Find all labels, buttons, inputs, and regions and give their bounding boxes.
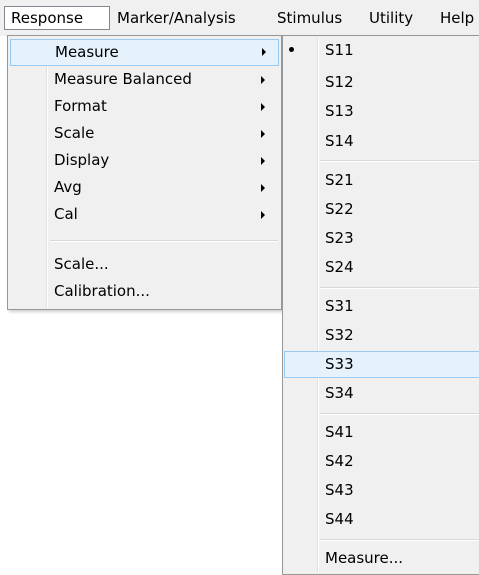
submenu-item-label: S41 bbox=[325, 423, 354, 441]
submenu-item-measure-dialog[interactable]: Measure... bbox=[284, 545, 479, 572]
submenu-arrow-icon bbox=[261, 184, 265, 192]
submenu-item-s14[interactable]: S14 bbox=[284, 128, 479, 155]
submenu-item-s41[interactable]: S41 bbox=[284, 419, 479, 446]
menu-item-label: Scale... bbox=[54, 255, 109, 273]
submenu-item-s23[interactable]: S23 bbox=[284, 225, 479, 252]
submenu-item-s44[interactable]: S44 bbox=[284, 506, 479, 533]
submenu-item-label: S23 bbox=[325, 229, 354, 247]
submenu-item-label: S11 bbox=[325, 41, 354, 59]
menu-separator bbox=[320, 539, 479, 541]
submenu-item-label: S34 bbox=[325, 384, 354, 402]
submenu-arrow-icon bbox=[261, 211, 265, 219]
menu-item-measure-balanced[interactable]: Measure Balanced bbox=[10, 67, 279, 94]
response-dropdown: Measure Measure Balanced Format Scale Di… bbox=[7, 35, 282, 310]
submenu-item-label: S22 bbox=[325, 200, 354, 218]
submenu-item-s24[interactable]: S24 bbox=[284, 254, 479, 281]
submenu-item-s22[interactable]: S22 bbox=[284, 196, 479, 223]
menu-item-label: Format bbox=[54, 97, 107, 115]
menu-utility[interactable]: Utility bbox=[369, 6, 413, 30]
menu-separator bbox=[50, 240, 278, 242]
menu-separator bbox=[320, 160, 479, 162]
submenu-arrow-icon bbox=[262, 48, 266, 56]
submenu-item-label: S24 bbox=[325, 258, 354, 276]
menu-item-display[interactable]: Display bbox=[10, 148, 279, 175]
submenu-item-s21[interactable]: S21 bbox=[284, 167, 479, 194]
submenu-item-label: S13 bbox=[325, 102, 354, 120]
submenu-item-s34[interactable]: S34 bbox=[284, 380, 479, 407]
menu-item-avg[interactable]: Avg bbox=[10, 175, 279, 202]
menu-item-label: Scale bbox=[54, 124, 95, 142]
submenu-item-label: S32 bbox=[325, 326, 354, 344]
menu-bar: Response Marker/Analysis Stimulus Utilit… bbox=[0, 0, 479, 36]
menu-help[interactable]: Help bbox=[440, 6, 474, 30]
submenu-item-label: S14 bbox=[325, 132, 354, 150]
menu-item-scale[interactable]: Scale bbox=[10, 121, 279, 148]
menu-separator bbox=[320, 287, 479, 289]
menu-item-scale-dialog[interactable]: Scale... bbox=[10, 252, 279, 279]
submenu-item-label: S42 bbox=[325, 452, 354, 470]
submenu-item-s42[interactable]: S42 bbox=[284, 448, 479, 475]
submenu-item-label: S21 bbox=[325, 171, 354, 189]
menu-item-label: Cal bbox=[54, 205, 78, 223]
menu-item-format[interactable]: Format bbox=[10, 94, 279, 121]
submenu-item-s32[interactable]: S32 bbox=[284, 322, 479, 349]
submenu-item-label: S31 bbox=[325, 297, 354, 315]
submenu-item-s12[interactable]: S12 bbox=[284, 69, 479, 96]
checked-bullet-icon bbox=[289, 47, 294, 52]
submenu-arrow-icon bbox=[261, 103, 265, 111]
submenu-item-s31[interactable]: S31 bbox=[284, 293, 479, 320]
submenu-item-s11[interactable]: S11 bbox=[284, 37, 479, 64]
submenu-item-label: S43 bbox=[325, 481, 354, 499]
measure-submenu: S11 S12 S13 S14 S21 S22 S23 S24 S31 S32 … bbox=[282, 35, 479, 575]
menu-item-label: Measure Balanced bbox=[54, 70, 192, 88]
submenu-item-label: S12 bbox=[325, 73, 354, 91]
menu-marker-analysis[interactable]: Marker/Analysis bbox=[117, 6, 236, 30]
submenu-item-label: S33 bbox=[325, 355, 354, 373]
menu-item-measure[interactable]: Measure bbox=[10, 39, 279, 66]
submenu-arrow-icon bbox=[261, 130, 265, 138]
submenu-item-s33[interactable]: S33 bbox=[284, 351, 479, 378]
menu-item-cal[interactable]: Cal bbox=[10, 202, 279, 229]
menu-stimulus[interactable]: Stimulus bbox=[277, 6, 342, 30]
submenu-item-label: Measure... bbox=[325, 549, 404, 567]
submenu-arrow-icon bbox=[261, 157, 265, 165]
menu-separator bbox=[320, 413, 479, 415]
menu-item-label: Calibration... bbox=[54, 282, 150, 300]
submenu-item-s13[interactable]: S13 bbox=[284, 98, 479, 125]
submenu-item-label: S44 bbox=[325, 510, 354, 528]
menu-response[interactable]: Response bbox=[4, 6, 110, 30]
menu-item-label: Measure bbox=[55, 43, 119, 61]
menu-item-label: Display bbox=[54, 151, 110, 169]
submenu-item-s43[interactable]: S43 bbox=[284, 477, 479, 504]
menu-item-label: Avg bbox=[54, 178, 82, 196]
submenu-arrow-icon bbox=[261, 76, 265, 84]
menu-item-calibration-dialog[interactable]: Calibration... bbox=[10, 279, 279, 306]
